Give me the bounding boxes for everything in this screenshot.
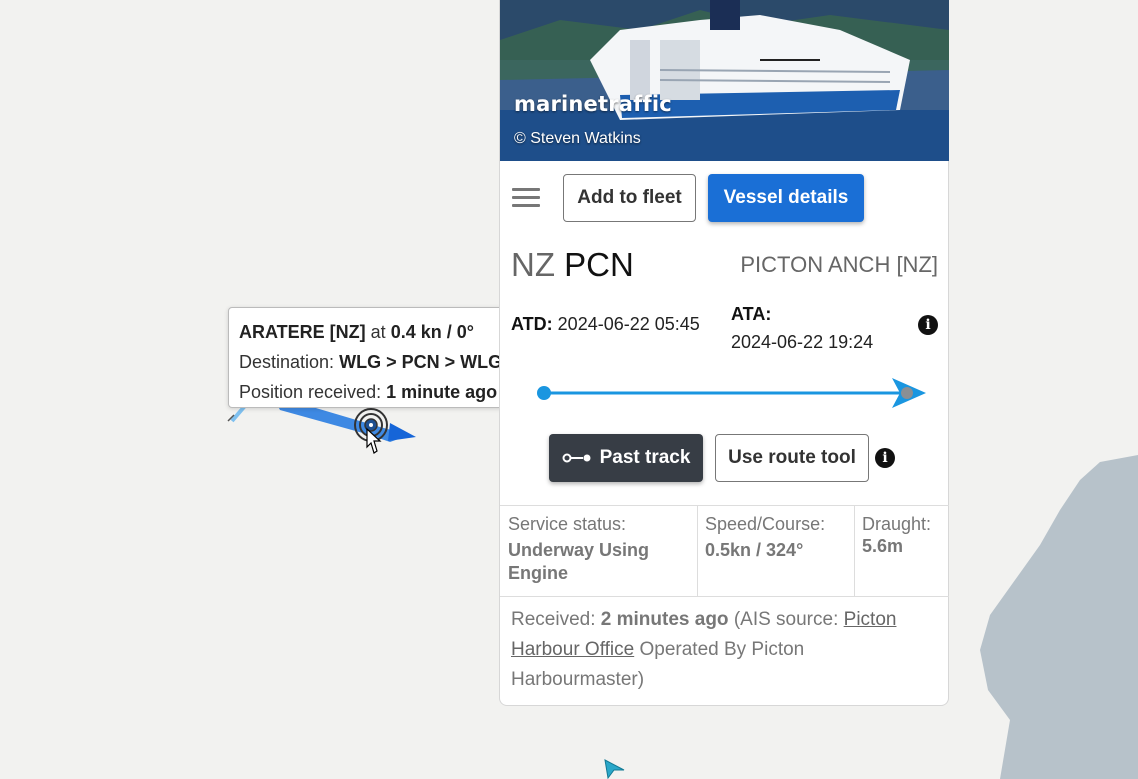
tooltip-destination-value: WLG > PCN > WLG <box>339 352 503 372</box>
progress-end-dot <box>901 387 913 399</box>
tooltip-speed-heading: 0.4 kn / 0° <box>390 322 474 342</box>
service-status-value: Underway Using Engine <box>508 540 650 583</box>
status-grid: Service status: Underway Using Engine Sp… <box>500 505 949 597</box>
service-status-cell: Service status: Underway Using Engine <box>500 506 698 596</box>
speed-course-value: 0.5kn / 324° <box>705 540 804 560</box>
speed-course-label: Speed/Course: <box>705 514 826 534</box>
ais-source-prefix: (AIS source: <box>733 609 839 630</box>
speed-course-cell: Speed/Course: 0.5kn / 324° <box>698 506 855 596</box>
past-track-label: Past track <box>599 447 691 468</box>
tooltip-at: at <box>370 322 386 342</box>
tooltip-line-3: Position received: 1 minute ago <box>239 377 514 407</box>
ata-label: ATA: <box>731 304 772 324</box>
add-to-fleet-button[interactable]: Add to fleet <box>563 174 696 222</box>
past-track-button[interactable]: Past track <box>549 434 703 482</box>
draught-label: Draught: <box>862 514 932 534</box>
vessel-arrow-icon[interactable] <box>600 758 628 779</box>
atd-value: 2024-06-22 05:45 <box>557 314 700 334</box>
photo-brand-text: marinetraffic <box>514 92 672 116</box>
atd-label: ATD: <box>511 314 553 334</box>
tooltip-destination-label: Destination: <box>239 352 335 372</box>
draught-cell: Draught: 5.6m <box>855 506 949 596</box>
tooltip-position-value: 1 minute ago <box>386 382 498 402</box>
departure-country: NZ <box>511 246 555 283</box>
tooltip-vessel-name: ARATERE [NZ] <box>239 322 366 342</box>
received-value: 2 minutes ago <box>600 609 729 630</box>
ata-value: 2024-06-22 19:24 <box>731 332 874 352</box>
atd-row: ATD: 2024-06-22 05:45 <box>511 314 700 335</box>
use-route-tool-button[interactable]: Use route tool <box>715 434 869 482</box>
track-icon <box>562 453 591 463</box>
photo-credit: © Steven Watkins <box>514 130 641 147</box>
vessel-tooltip: ARATERE [NZ] at 0.4 kn / 0° Destination:… <box>228 307 515 408</box>
vessel-details-button[interactable]: Vessel details <box>708 174 864 222</box>
vessel-photo[interactable]: marinetraffic © Steven Watkins <box>500 0 949 161</box>
hamburger-menu-icon[interactable] <box>512 188 540 208</box>
received-label: Received: <box>511 609 596 630</box>
tooltip-position-label: Position received: <box>239 382 382 402</box>
departure-port-code: PCN <box>564 246 634 283</box>
ata-block: ATA: 2024-06-22 19:24 <box>731 300 873 356</box>
draught-value: 5.6m <box>862 536 904 556</box>
vessel-panel: marinetraffic © Steven Watkins Add to fl… <box>499 0 949 706</box>
destination-port[interactable]: PICTON ANCH [NZ] <box>740 252 938 278</box>
received-info: Received: 2 minutes ago (AIS source: Pic… <box>511 605 931 695</box>
voyage-progress-bar <box>537 378 926 408</box>
tooltip-line-1: ARATERE [NZ] at 0.4 kn / 0° <box>239 317 514 347</box>
departure-port[interactable]: NZ PCN <box>511 246 634 284</box>
info-icon[interactable]: i <box>918 315 938 335</box>
service-status-label: Service status: <box>508 514 627 534</box>
route-info-icon[interactable]: i <box>875 448 895 468</box>
tooltip-line-2: Destination: WLG > PCN > WLG <box>239 347 514 377</box>
